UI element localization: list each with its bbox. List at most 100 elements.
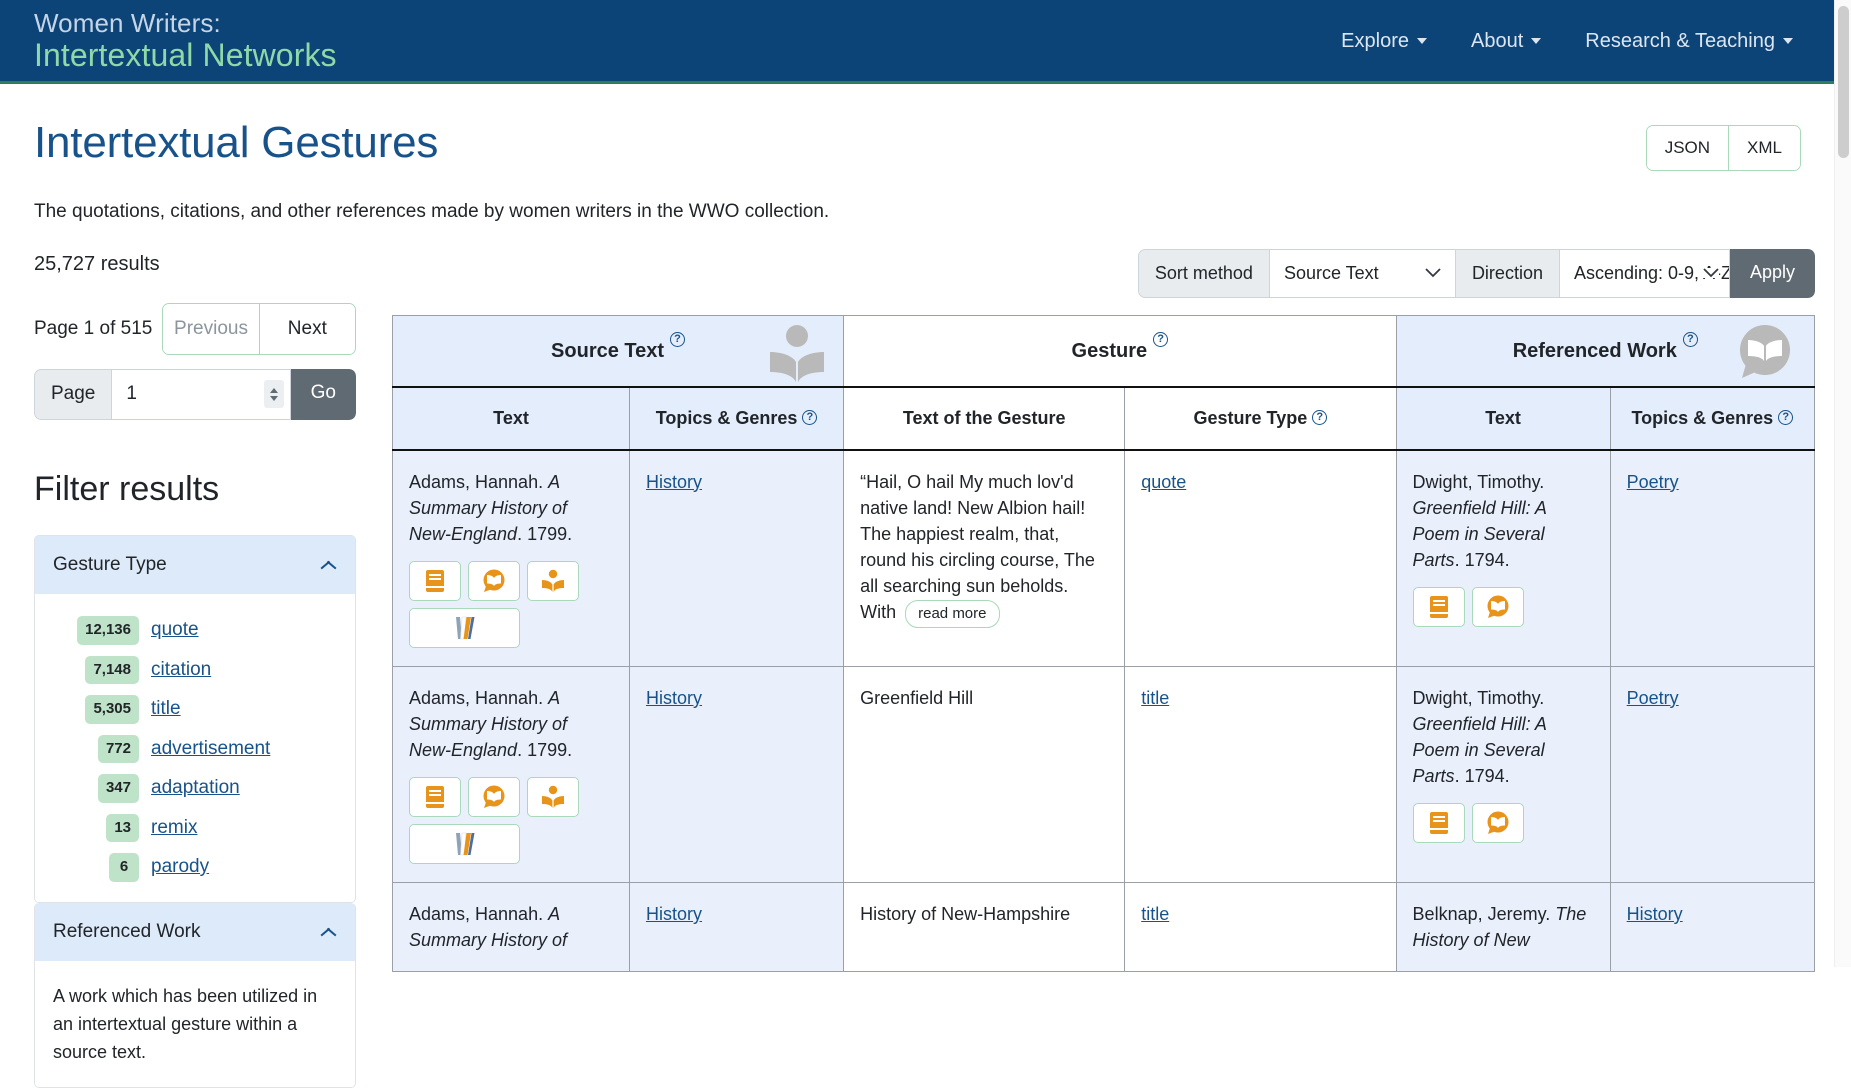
nav-item-research-teaching[interactable]: Research & Teaching [1585,26,1793,56]
book-icon-button[interactable] [409,777,461,818]
help-icon[interactable]: ? [670,331,686,347]
nav-item-about[interactable]: About [1471,26,1542,56]
facet-referenced-work-header[interactable]: Referenced Work [35,902,355,961]
help-icon[interactable]: ? [1682,331,1698,347]
column-header-source-text-label: Text [493,407,529,428]
facet-count: 5,305 [85,695,139,724]
cell-gesture-type: title [1124,665,1397,884]
source-icon-row [409,560,613,648]
facet-gesture-type-header[interactable]: Gesture Type [35,535,355,594]
group-header-referenced-work: Referenced Work ? [1395,314,1816,388]
wwo-logo-icon [455,832,474,856]
cell-source-topics: History [628,882,845,973]
book-icon [1429,812,1448,835]
page-subtitle: The quotations, citations, and other ref… [34,201,830,222]
wwo-logo-icon-button[interactable] [409,607,520,648]
book-speech-bubble-icon-button[interactable] [1471,586,1524,627]
direction-select[interactable]: Ascending: 0-9, A-Z [1559,248,1730,298]
person-reading-book-icon-button[interactable] [527,560,579,601]
book-speech-bubble-icon [1740,324,1790,378]
cell-source-text: Adams, Hannah. A Summary History of New-… [392,665,630,884]
next-page-button[interactable]: Next [258,303,356,354]
facet-referenced-work-body: A work which has been utilized in an int… [35,961,355,1087]
apply-button[interactable]: Apply [1729,248,1815,298]
topic-link[interactable]: History [646,472,702,492]
topic-link[interactable]: History [1627,904,1683,924]
table-group-header-row: Source Text ? Gesture ? Referenced Work … [391,314,1816,388]
cell-referenced-topics: Poetry [1609,665,1816,884]
facet-gesture-type-label: Gesture Type [53,553,167,575]
book-speech-bubble-icon-button[interactable] [468,560,520,601]
person-reading-book-icon [542,785,564,809]
facet-link-title[interactable]: title [151,695,181,724]
sort-method-select[interactable]: Source Text [1269,248,1456,298]
prev-next-group: Previous Next [162,302,356,355]
book-icon-button[interactable] [1412,586,1465,627]
facet-link-quote[interactable]: quote [151,616,199,645]
main-navigation: Explore About Research & Teaching [1341,26,1815,56]
facet-link-remix[interactable]: remix [151,814,197,843]
chevron-down-icon [1531,37,1542,44]
help-icon[interactable]: ? [1153,331,1169,347]
facet-count: 13 [106,813,139,842]
facet-item: 12,136 quote [53,616,337,645]
book-speech-bubble-icon [483,569,505,592]
read-more-button[interactable]: read more [905,599,1000,628]
book-icon-button[interactable] [1412,803,1465,844]
site-header: Women Writers: Intertextual Networks Exp… [0,0,1851,84]
book-speech-bubble-icon-button[interactable] [1471,803,1524,844]
previous-page-button[interactable]: Previous [163,303,259,354]
results-table-body: Adams, Hannah. A Summary History of New-… [392,449,1816,973]
page-scrollbar[interactable] [1834,0,1851,967]
topic-link[interactable]: Poetry [1627,472,1679,492]
facet-link-adaptation[interactable]: adaptation [151,774,240,803]
facet-link-citation[interactable]: citation [151,656,211,685]
facet-link-parody[interactable]: parody [151,853,209,882]
wwo-logo-icon-button[interactable] [409,824,520,865]
cell-gesture-text: “Hail, O hail My much lov'd native land!… [843,449,1126,667]
help-icon[interactable]: ? [1312,409,1328,425]
page-jump-group: Page 1 Go [34,369,356,420]
direction-label: Direction [1455,248,1560,298]
site-brand[interactable]: Women Writers: Intertextual Networks [34,7,337,74]
wwo-logo-icon [455,616,474,640]
brand-line-1: Women Writers: [34,8,221,39]
cell-referenced-text: Dwight, Timothy. Greenfield Hill: A Poem… [1395,449,1611,667]
facet-count-wrap: 5,305 [53,695,139,724]
sidebar: 25,727 results Page 1 of 515 Previous Ne… [34,249,392,1088]
help-icon[interactable]: ? [802,409,818,425]
chevron-down-icon [1416,37,1427,44]
facet-gesture-type-list: 12,136 quote 7,148 citation 5,305 title [53,616,337,882]
help-icon[interactable]: ? [1778,409,1794,425]
gesture-type-link[interactable]: quote [1141,472,1186,492]
source-icon-row [409,777,613,865]
gesture-type-link[interactable]: title [1141,904,1169,924]
ref-icon-row [1412,803,1594,844]
page-content: 25,727 results Page 1 of 515 Previous Ne… [34,248,1816,1088]
column-header-gesture-text: Text of the Gesture [843,386,1126,451]
gesture-type-link[interactable]: title [1141,688,1169,708]
json-button[interactable]: JSON [1646,126,1729,170]
group-header-source-text: Source Text ? [391,314,845,388]
topic-link[interactable]: History [646,688,702,708]
nav-item-explore[interactable]: Explore [1341,26,1427,56]
page-number-input[interactable]: 1 [111,369,291,420]
format-button-group: JSON XML [1645,125,1801,171]
stepper-down-icon [269,395,278,401]
ref-author: Dwight, Timothy. [1412,471,1545,492]
go-button[interactable]: Go [290,369,356,420]
ref-author: Belknap, Jeremy. [1412,904,1556,925]
group-header-source-text-label: Source Text [551,339,665,362]
topic-link[interactable]: Poetry [1627,688,1679,708]
topic-link[interactable]: History [646,904,702,924]
person-reading-book-icon-button[interactable] [527,777,579,818]
facet-count: 7,148 [85,655,139,684]
facet-link-advertisement[interactable]: advertisement [151,735,270,764]
xml-button[interactable]: XML [1728,126,1800,170]
book-speech-bubble-icon-button[interactable] [468,777,520,818]
page-number-stepper[interactable] [263,380,284,409]
scrollbar-thumb[interactable] [1838,6,1849,158]
book-icon-button[interactable] [409,560,461,601]
filter-results-heading: Filter results [34,469,220,508]
column-header-ref-text-label: Text [1485,407,1521,428]
